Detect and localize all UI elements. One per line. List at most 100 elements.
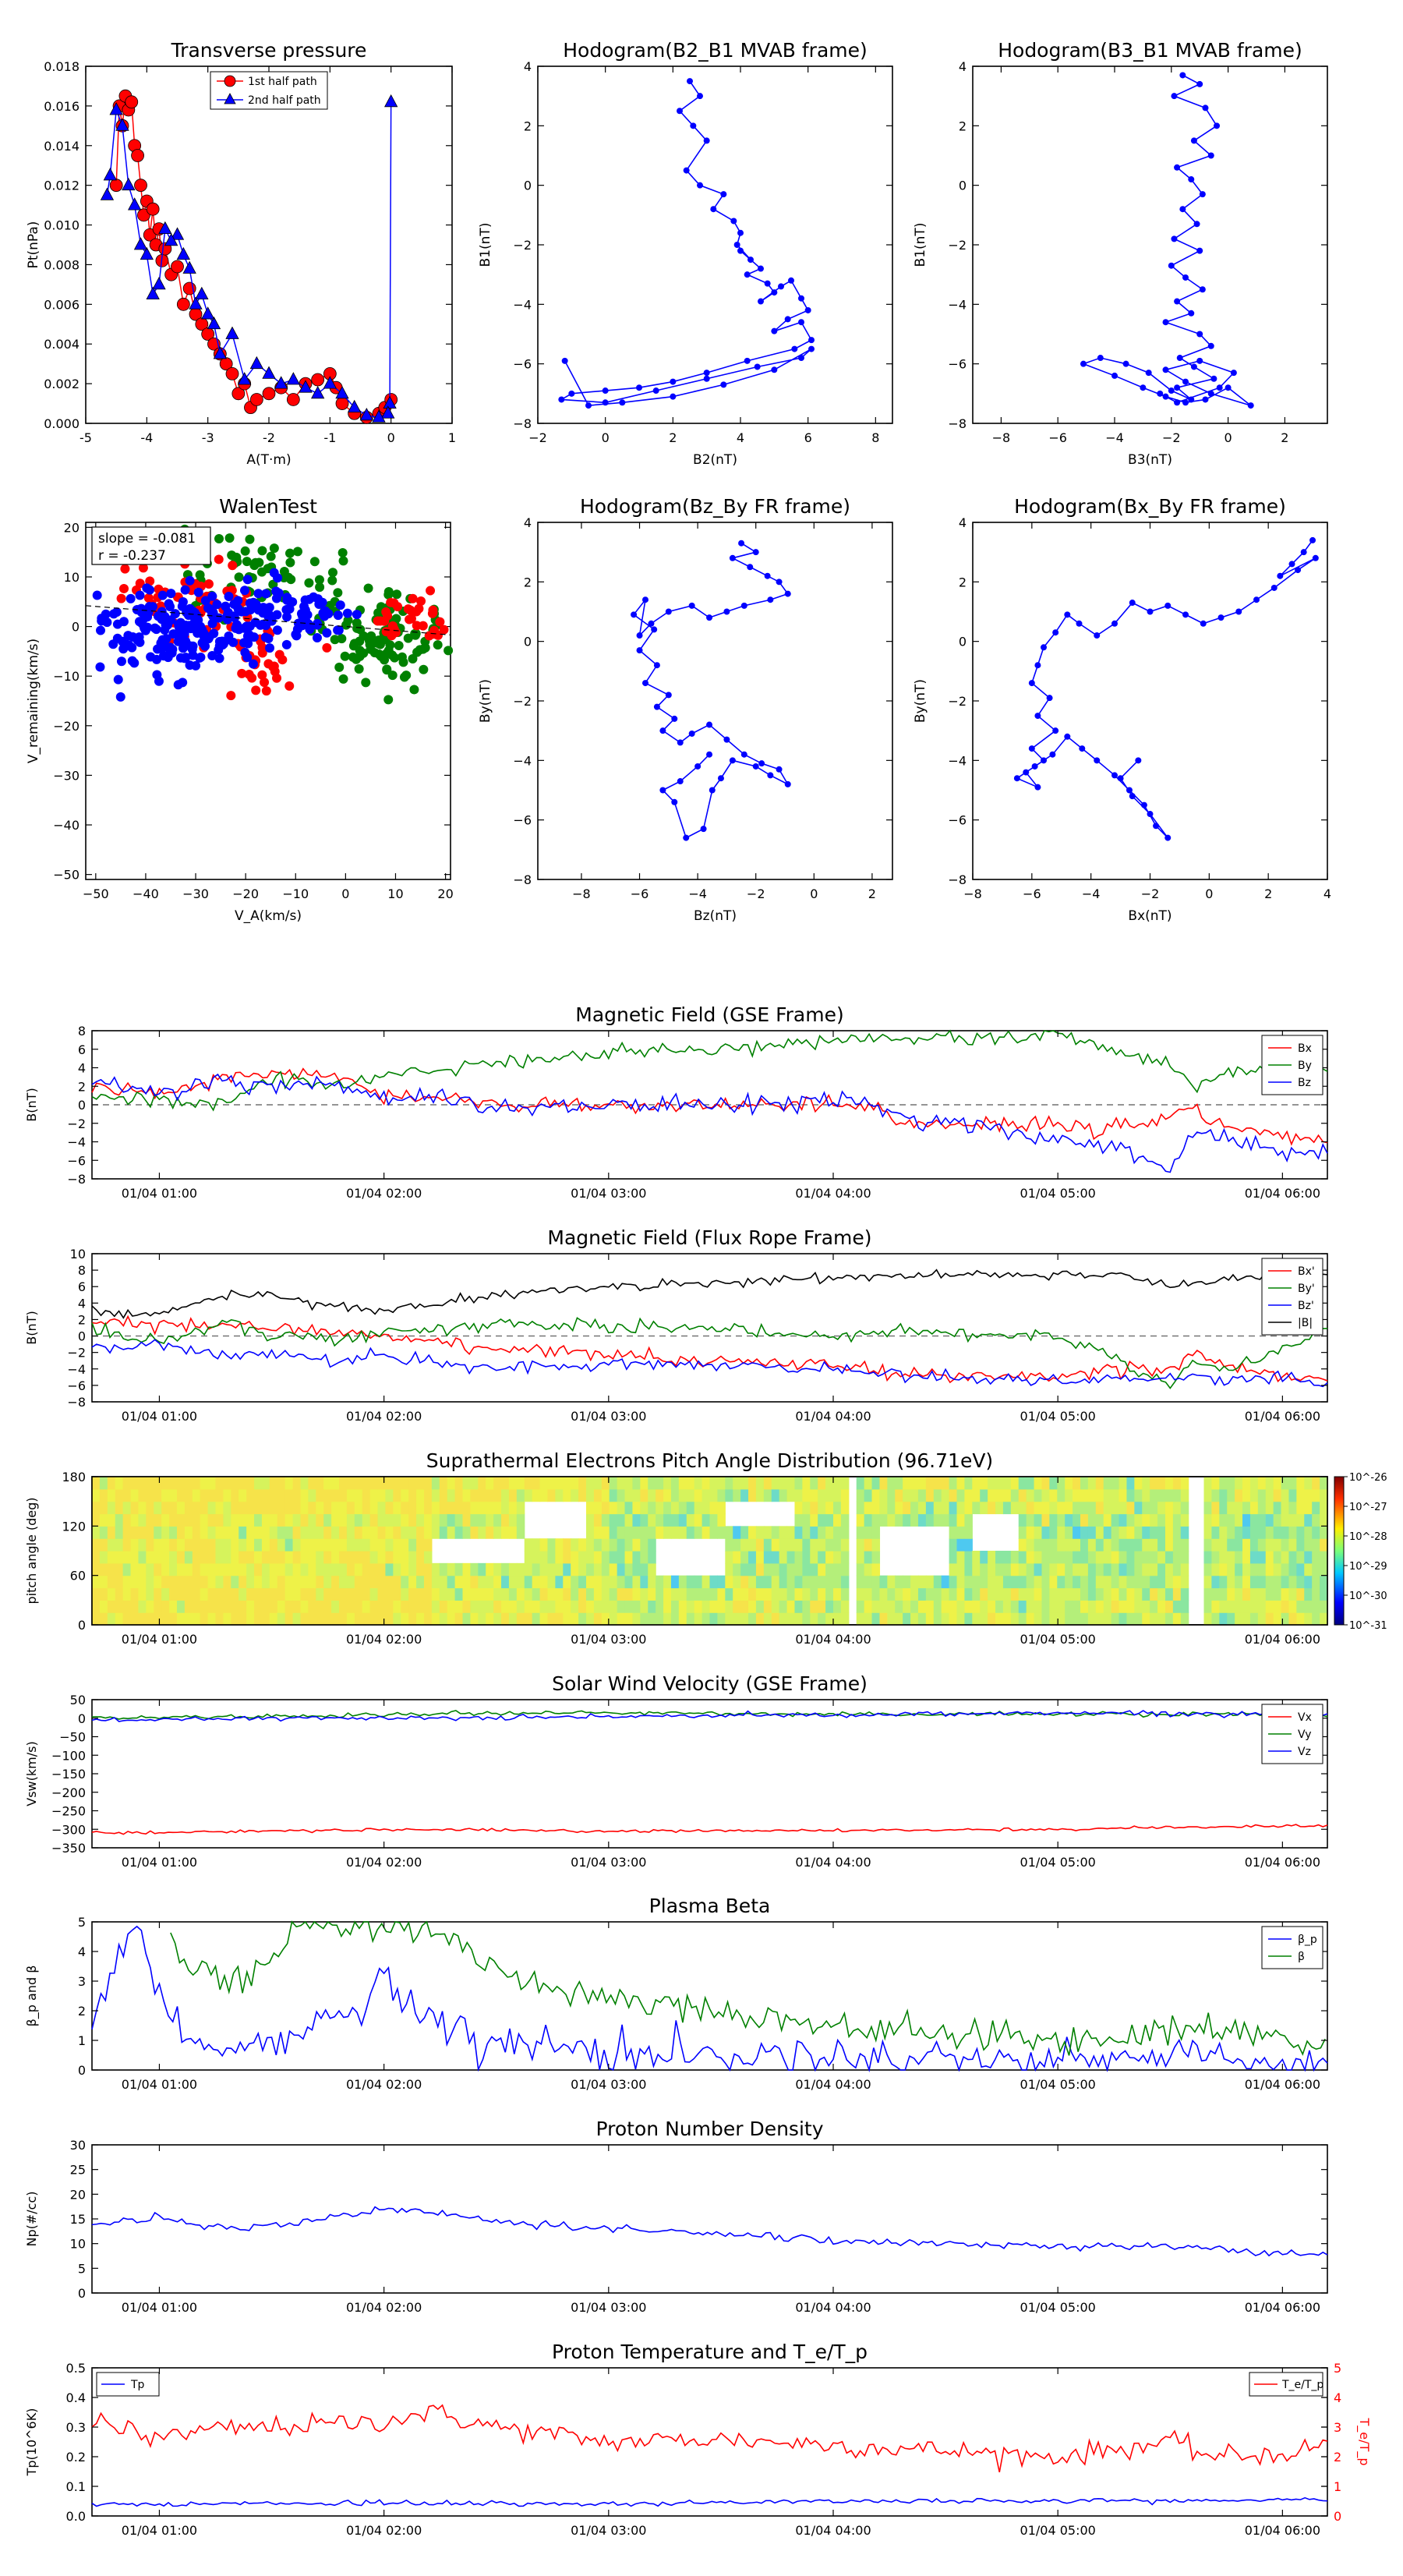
heatmap-cell — [254, 1526, 263, 1539]
heatmap-cell — [856, 1562, 865, 1576]
y-tick-label: 4 — [524, 515, 532, 530]
heatmap-cell — [663, 1587, 672, 1601]
heatmap-cell — [949, 1501, 958, 1515]
hodogram-point — [1174, 384, 1181, 391]
hodogram-point — [1046, 695, 1053, 702]
y-tick-label: −8 — [513, 872, 532, 887]
hodogram-path — [559, 80, 813, 406]
heatmap-cell — [1057, 1501, 1066, 1515]
heatmap-cell — [887, 1477, 896, 1490]
heatmap-cell — [578, 1538, 587, 1552]
heatmap-cell — [184, 1501, 193, 1515]
heatmap-cell — [694, 1477, 703, 1490]
heatmap-cell — [115, 1562, 124, 1576]
y-tick-label: −8 — [513, 416, 532, 431]
heatmap-cell — [308, 1600, 316, 1613]
heatmap-cell — [988, 1501, 996, 1515]
walen-point-blue — [333, 610, 343, 621]
heatmap-cell — [184, 1526, 193, 1539]
heatmap-cell — [1164, 1513, 1174, 1527]
walen-point-blue — [164, 599, 174, 609]
heatmap-cell — [802, 1526, 811, 1539]
legend-swatch-circle — [224, 75, 236, 87]
heatmap-cell — [470, 1488, 479, 1502]
heatmap-cell — [269, 1587, 278, 1601]
heatmap-cell — [508, 1562, 518, 1576]
heatmap-cell — [995, 1488, 1004, 1502]
heatmap-cell — [362, 1477, 371, 1490]
heatmap-cell — [1018, 1562, 1027, 1576]
heatmap-cell — [92, 1513, 101, 1527]
heatmap-cell — [346, 1600, 355, 1613]
walen-point-green — [338, 674, 348, 684]
x-tick-label: 01/04 05:00 — [1020, 1855, 1096, 1870]
hodogram-point — [771, 289, 778, 296]
walen-point-blue — [271, 593, 281, 603]
walen-point-red — [383, 610, 393, 621]
x-tick-label: −8 — [992, 430, 1011, 445]
heatmap-cell — [925, 1513, 935, 1527]
walen-point-blue — [269, 568, 279, 578]
y-tick-label: 0.016 — [44, 99, 80, 114]
y-tick-label: 0 — [78, 1329, 86, 1344]
heatmap-cell — [1142, 1600, 1150, 1613]
heatmap-cell — [547, 1575, 556, 1589]
heatmap-cell — [956, 1538, 966, 1552]
heatmap-cell — [323, 1477, 332, 1490]
walen-point-red — [247, 673, 257, 683]
heatmap-cell — [362, 1600, 371, 1613]
heatmap-cell — [786, 1600, 796, 1613]
heatmap-cell — [323, 1612, 332, 1626]
heatmap-cell — [1073, 1575, 1081, 1589]
hodogram-point — [703, 375, 710, 382]
y-tick-label: −150 — [51, 1767, 86, 1782]
heatmap-cell — [377, 1477, 387, 1490]
heatmap-cell — [771, 1488, 780, 1502]
heatmap-cell — [501, 1513, 510, 1527]
heatmap-cell — [1026, 1587, 1035, 1601]
heatmap-cell — [454, 1488, 464, 1502]
y-tick-label: 30 — [70, 2138, 86, 2153]
chart-title: Magnetic Field (Flux Rope Frame) — [547, 1226, 871, 1249]
heatmap-cell — [709, 1526, 719, 1539]
heatmap-cell — [1235, 1513, 1243, 1527]
heatmap-cell — [617, 1562, 626, 1576]
heatmap-cell — [1249, 1575, 1259, 1589]
x-tick-label: 01/04 02:00 — [346, 2523, 422, 2538]
heatmap-cell — [200, 1526, 209, 1539]
heatmap-cell — [818, 1538, 826, 1552]
heatmap-cell — [1057, 1513, 1066, 1527]
heatmap-cell — [964, 1612, 973, 1626]
heatmap-cell — [146, 1477, 154, 1490]
heatmap-cell — [956, 1551, 966, 1564]
heatmap-cell — [1065, 1538, 1073, 1552]
heatmap-cell — [1034, 1488, 1043, 1502]
heatmap-cell — [122, 1526, 132, 1539]
heatmap-cell — [609, 1575, 618, 1589]
heatmap-cell — [393, 1501, 401, 1515]
hodogram-point — [744, 271, 751, 278]
heatmap-cell — [656, 1612, 664, 1626]
hodogram-point — [1049, 751, 1056, 758]
hodogram-point — [1200, 620, 1207, 627]
heatmap-cell — [578, 1612, 587, 1626]
heatmap-cell — [231, 1538, 239, 1552]
heatmap-cell — [115, 1501, 124, 1515]
heatmap-cell — [1103, 1477, 1112, 1490]
y-tick-label: −2 — [67, 1116, 86, 1131]
heatmap-cell — [316, 1551, 324, 1564]
heatmap-cell — [1157, 1477, 1166, 1490]
heatmap-cell — [656, 1501, 664, 1515]
heatmap-cell — [1304, 1538, 1313, 1552]
heatmap-cell — [663, 1501, 672, 1515]
heatmap-cell — [184, 1562, 193, 1576]
heatmap-cell — [447, 1477, 456, 1490]
y-tick-label: 0.006 — [44, 297, 80, 312]
heatmap-cell — [308, 1513, 316, 1527]
heatmap-cell — [1227, 1562, 1235, 1576]
heatmap-cell — [1265, 1513, 1274, 1527]
heatmap-cell — [933, 1477, 942, 1490]
heatmap-cell — [300, 1612, 309, 1626]
point-second-half — [195, 286, 209, 300]
heatmap-cell — [470, 1501, 479, 1515]
